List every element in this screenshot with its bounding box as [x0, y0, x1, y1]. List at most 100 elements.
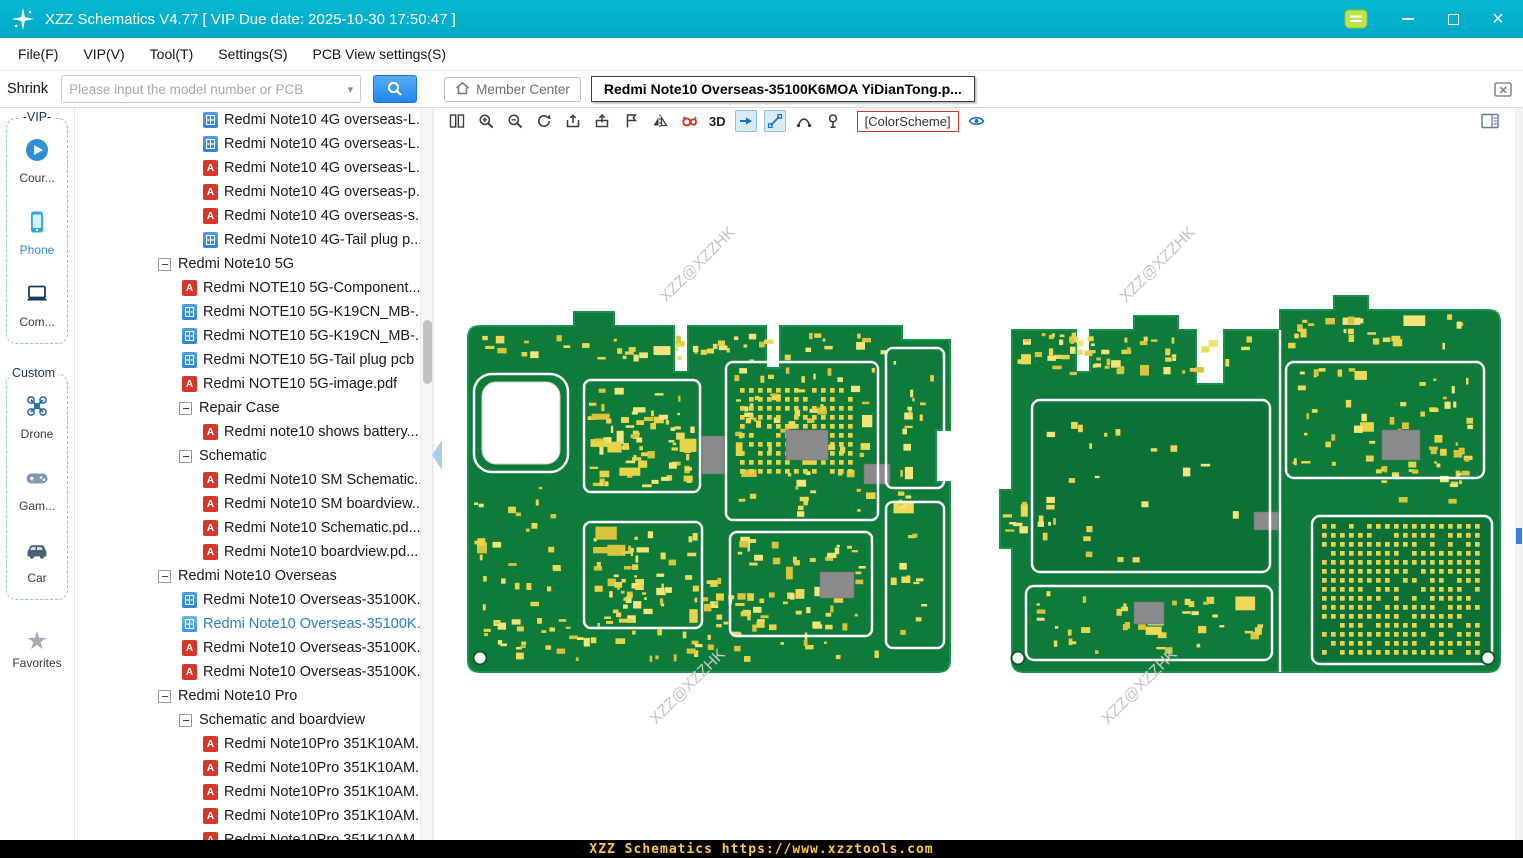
- zoom-out-icon[interactable]: [504, 110, 526, 132]
- sidebar-item-game[interactable]: Gam...: [19, 465, 55, 513]
- tree-node[interactable]: Schematic and boardview: [76, 708, 420, 732]
- tree-scrollbar[interactable]: [420, 108, 433, 840]
- tree-item[interactable]: Redmi Note10 Overseas-35100K...: [76, 660, 420, 684]
- sidebar-item-drone[interactable]: Drone: [21, 393, 54, 441]
- tree-item[interactable]: Redmi Note10Pro 351K10AM...: [76, 780, 420, 804]
- tree-item[interactable]: Redmi Note10 boardview.pd...: [76, 540, 420, 564]
- canvas-scrollbar-thumb[interactable]: [1516, 528, 1522, 544]
- open-top-icon[interactable]: [562, 110, 584, 132]
- license-badge-icon[interactable]: [1344, 9, 1368, 29]
- tree-item[interactable]: Redmi Note10 SM Schematic...: [76, 468, 420, 492]
- expand-collapse-box[interactable]: [158, 690, 171, 703]
- sidebar-item-label: Cour...: [19, 171, 54, 185]
- pcb-board-view[interactable]: XZZ@XZZHKXZZ@XZZHKXZZ@XZZHKXZZ@XZZHK: [434, 134, 1515, 840]
- tree-node[interactable]: Schematic: [76, 444, 420, 468]
- tree-item[interactable]: Redmi Note10Pro 351K10AM...: [76, 828, 420, 840]
- tree-item[interactable]: Redmi NOTE10 5G-image.pdf: [76, 372, 420, 396]
- layout-panel-icon[interactable]: [1479, 110, 1501, 132]
- tree-item[interactable]: Redmi NOTE10 5G-K19CN_MB-...: [76, 324, 420, 348]
- tree-node[interactable]: Repair Case: [76, 396, 420, 420]
- titlebar: XZZ Schematics V4.77 [ VIP Due date: 202…: [0, 0, 1523, 38]
- menu-tool[interactable]: Tool(T): [150, 46, 194, 62]
- app-logo-icon: [10, 6, 36, 32]
- expand-collapse-box[interactable]: [179, 714, 192, 727]
- tree-item[interactable]: Redmi Note10 Schematic.pd...: [76, 516, 420, 540]
- tree-item[interactable]: Redmi Note10 Overseas-35100K...: [76, 612, 420, 636]
- drone-icon: [24, 393, 50, 424]
- tree-item-label: Redmi Note10 4G overseas-L...: [224, 160, 420, 176]
- sidebar: -VIP- Cour... Phone Com... Custom Drone: [0, 108, 75, 840]
- eye-icon[interactable]: [966, 110, 988, 132]
- sidebar-item-course[interactable]: Cour...: [19, 137, 54, 185]
- vip-group-label: -VIP-: [20, 110, 54, 124]
- pcb-canvas: 3D [ColorScheme]: [433, 108, 1515, 840]
- close-tab-icon[interactable]: [1494, 81, 1513, 98]
- minimize-button[interactable]: [1399, 10, 1417, 28]
- menu-pcb-view-settings[interactable]: PCB View settings(S): [312, 46, 446, 62]
- menu-vip[interactable]: VIP(V): [83, 46, 124, 62]
- sidebar-item-favorites[interactable]: ★ Favorites: [0, 628, 74, 670]
- tree-item[interactable]: Redmi NOTE10 5G-K19CN_MB-...: [76, 300, 420, 324]
- tree-item[interactable]: Redmi Note10Pro 351K10AM...: [76, 732, 420, 756]
- tree-node[interactable]: Redmi Note10 5G: [76, 252, 420, 276]
- sidebar-item-car[interactable]: Car: [24, 537, 50, 585]
- tree-item[interactable]: Redmi Note10 4G overseas-L...: [76, 156, 420, 180]
- tree-item[interactable]: Redmi NOTE10 5G-Tail plug pcb: [76, 348, 420, 372]
- maximize-button[interactable]: [1444, 10, 1462, 28]
- member-center-button[interactable]: Member Center: [444, 77, 581, 102]
- close-button[interactable]: ×: [1489, 10, 1507, 28]
- expand-collapse-box[interactable]: [179, 450, 192, 463]
- tree-item[interactable]: Redmi Note10 Overseas-35100K...: [76, 588, 420, 612]
- expand-collapse-box[interactable]: [158, 570, 171, 583]
- tree-item[interactable]: Redmi Note10 4G overseas-L...: [76, 108, 420, 132]
- color-scheme-button[interactable]: [ColorScheme]: [857, 111, 959, 132]
- sidebar-item-computer[interactable]: Com...: [19, 281, 54, 329]
- tree-item[interactable]: Redmi note10 shows battery...: [76, 420, 420, 444]
- panel-collapse-handle[interactable]: [432, 440, 442, 470]
- search-input[interactable]: [69, 82, 347, 97]
- sidebar-item-label: Gam...: [19, 499, 55, 513]
- menu-settings[interactable]: Settings(S): [218, 46, 287, 62]
- menu-file[interactable]: File(F): [18, 46, 58, 62]
- sidebar-item-phone[interactable]: Phone: [20, 209, 55, 257]
- arrow-tool-icon[interactable]: [735, 110, 757, 132]
- tree-item[interactable]: Redmi NOTE10 5G-Component...: [76, 276, 420, 300]
- diode-mode-icon[interactable]: [678, 110, 700, 132]
- search-button[interactable]: [373, 75, 417, 103]
- refresh-icon[interactable]: [533, 110, 555, 132]
- tree-item[interactable]: Redmi Note10 Overseas-35100K...: [76, 636, 420, 660]
- flip-horizontal-icon[interactable]: [649, 110, 671, 132]
- tree-node[interactable]: Redmi Note10 Overseas: [76, 564, 420, 588]
- document-tab[interactable]: Redmi Note10 Overseas-35100K6MOA YiDianT…: [591, 76, 975, 102]
- tree-item[interactable]: Redmi Note10 SM boardview...: [76, 492, 420, 516]
- tree-item-label: Redmi Note10 4G-Tail plug p...: [224, 232, 420, 248]
- tree-node[interactable]: Redmi Note10 Pro: [76, 684, 420, 708]
- tree-item[interactable]: Redmi Note10 4G overseas-L...: [76, 132, 420, 156]
- zoom-in-icon[interactable]: [475, 110, 497, 132]
- canvas-scrollbar[interactable]: [1515, 108, 1523, 840]
- tree-item[interactable]: Redmi Note10Pro 351K10AM...: [76, 756, 420, 780]
- export-icon[interactable]: [591, 110, 613, 132]
- measure-tool-icon[interactable]: [764, 110, 786, 132]
- tree-item-label: Redmi NOTE10 5G-Tail plug pcb: [203, 352, 414, 368]
- tree-item[interactable]: Redmi Note10 4G overseas-p...: [76, 180, 420, 204]
- split-view-icon[interactable]: [446, 110, 468, 132]
- pdf-file-icon: [203, 472, 218, 488]
- curve-tool-icon[interactable]: [793, 110, 815, 132]
- tree-item-label: Redmi Note10 4G overseas-L...: [224, 112, 420, 128]
- tree-item[interactable]: Redmi Note10Pro 351K10AM...: [76, 804, 420, 828]
- shrink-button[interactable]: Shrink: [7, 81, 48, 97]
- search-box: ▾: [61, 75, 361, 103]
- tree-item[interactable]: Redmi Note10 4G-Tail plug p...: [76, 228, 420, 252]
- tree-item[interactable]: Redmi Note10 4G overseas-s...: [76, 204, 420, 228]
- tree-item-label: Redmi Note10 4G overseas-s...: [224, 208, 420, 224]
- flag-icon[interactable]: [620, 110, 642, 132]
- probe-tool-icon[interactable]: [822, 110, 844, 132]
- toolbar: Shrink ▾ Member Center Redmi Note10 Over…: [0, 71, 1523, 108]
- search-dropdown-caret[interactable]: ▾: [348, 83, 354, 96]
- tree-item-label: Redmi Note10 Overseas-35100K...: [203, 640, 420, 656]
- tree-scrollbar-thumb[interactable]: [423, 320, 432, 384]
- three-d-button[interactable]: 3D: [707, 114, 728, 129]
- expand-collapse-box[interactable]: [158, 258, 171, 271]
- expand-collapse-box[interactable]: [179, 402, 192, 415]
